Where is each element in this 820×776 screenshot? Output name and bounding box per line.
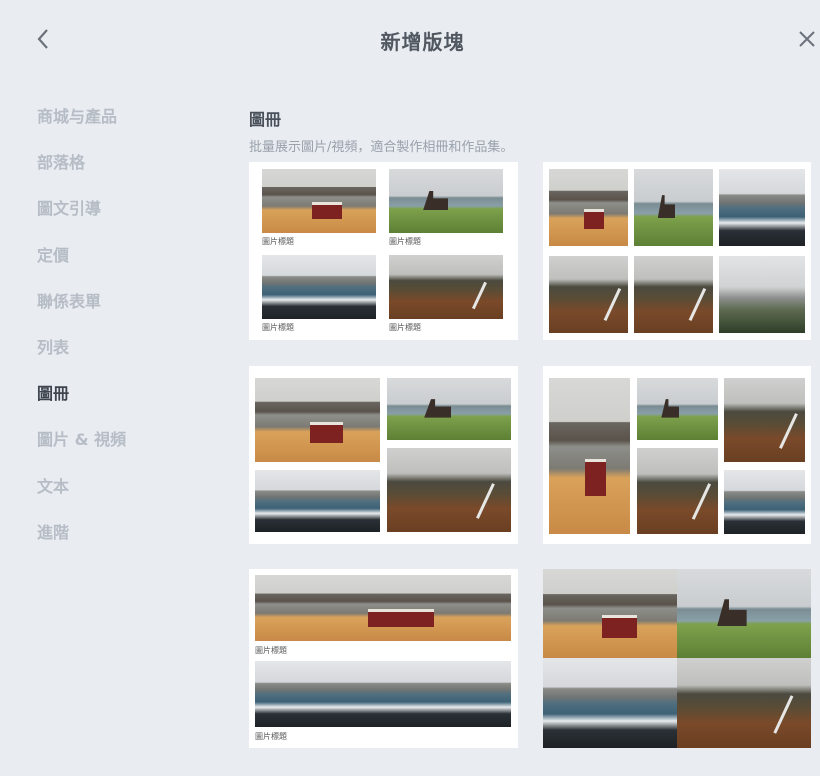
nav-item-image-video[interactable]: 圖片 & 視頻 xyxy=(37,426,126,472)
gallery-photo xyxy=(255,661,511,727)
photo-caption: 圖片標題 xyxy=(262,323,294,332)
section-title: 圖冊 xyxy=(249,110,282,129)
nav-item-pricing[interactable]: 定價 xyxy=(37,242,126,288)
nav-item-guide[interactable]: 圖文引導 xyxy=(37,195,126,241)
nav-item-blog[interactable]: 部落格 xyxy=(37,149,126,195)
photo-caption: 圖片標題 xyxy=(389,237,421,246)
gallery-photo xyxy=(387,378,511,440)
gallery-photo xyxy=(677,569,811,658)
gallery-template-masonry-3col[interactable] xyxy=(543,366,811,544)
gallery-photo xyxy=(677,658,811,748)
gallery-photo xyxy=(637,448,718,534)
gallery-photo xyxy=(543,569,677,658)
gallery-photo xyxy=(255,575,511,641)
photo-caption: 圖片標題 xyxy=(389,323,421,332)
gallery-template-masonry-2col[interactable] xyxy=(249,366,518,544)
gallery-photo xyxy=(543,658,677,748)
nav-item-gallery[interactable]: 圖冊 xyxy=(37,380,126,426)
nav-item-shop[interactable]: 商城与產品 xyxy=(37,103,126,149)
gallery-photo xyxy=(637,378,718,440)
nav-item-list[interactable]: 列表 xyxy=(37,334,126,380)
photo-caption: 圖片標題 xyxy=(262,237,294,246)
gallery-photo xyxy=(549,169,628,246)
gallery-photo xyxy=(549,256,628,333)
gallery-photo xyxy=(262,169,376,233)
gallery-photo xyxy=(387,448,511,532)
gallery-photo xyxy=(634,256,713,333)
gallery-photo xyxy=(724,470,805,534)
gallery-template-grid-3col[interactable] xyxy=(543,162,811,340)
nav-item-advanced[interactable]: 進階 xyxy=(37,519,126,565)
photo-caption: 圖片標題 xyxy=(255,646,287,655)
close-button[interactable] xyxy=(792,24,820,54)
gallery-photo xyxy=(549,378,630,534)
gallery-photo xyxy=(724,378,805,462)
photo-caption: 圖片標題 xyxy=(255,732,287,741)
page-title: 新增版塊 xyxy=(380,30,465,54)
gallery-photo xyxy=(389,169,503,233)
nav-item-contact-form[interactable]: 聯係表單 xyxy=(37,288,126,334)
gallery-photo xyxy=(255,470,380,532)
gallery-photo xyxy=(255,378,380,462)
gallery-template-single-column[interactable]: 圖片標題 圖片標題 xyxy=(249,569,518,748)
gallery-photo xyxy=(262,255,376,319)
gallery-template-full-bleed[interactable] xyxy=(543,569,811,748)
section-description: 批量展示圖片/視頻，適合製作相冊和作品集。 xyxy=(249,140,514,155)
nav-item-text[interactable]: 文本 xyxy=(37,473,126,519)
gallery-photo xyxy=(634,169,713,246)
close-icon xyxy=(799,31,815,47)
category-nav: 商城与產品 部落格 圖文引導 定價 聯係表單 列表 圖冊 圖片 & 視頻 文本 … xyxy=(37,103,126,565)
gallery-template-grid-captions[interactable]: 圖片標題 圖片標題 圖片標題 圖片標題 xyxy=(249,162,518,340)
gallery-photo xyxy=(389,255,503,319)
gallery-photo xyxy=(719,256,805,333)
gallery-photo xyxy=(719,169,805,246)
